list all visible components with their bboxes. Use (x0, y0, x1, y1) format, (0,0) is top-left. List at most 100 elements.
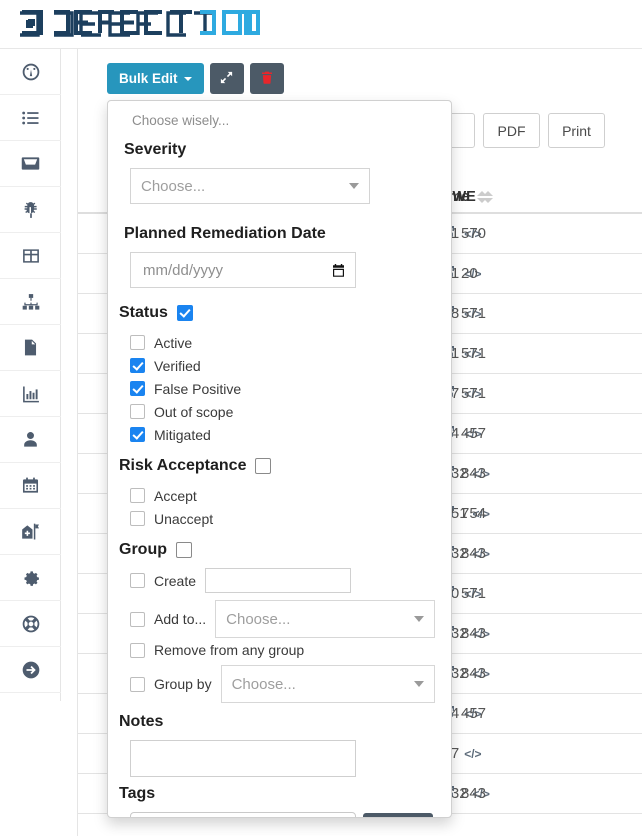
risk-acceptance-options: Accept Unaccept (119, 484, 435, 530)
cell-cwe-text: 754 (461, 505, 486, 522)
status-title-label: Status (119, 304, 168, 322)
sidebar-item-bug[interactable] (0, 187, 61, 233)
sidebar-item-settings[interactable] (0, 555, 61, 601)
sidebar-item-grid[interactable] (0, 233, 61, 279)
calendar-icon (21, 476, 40, 495)
status-checkbox-0[interactable] (130, 335, 145, 350)
export-print-button[interactable]: Print (548, 113, 605, 148)
gauge-icon (21, 62, 41, 82)
risk-label-0: Accept (154, 488, 197, 504)
group-addto-select[interactable]: Choose... (215, 600, 435, 638)
status-option[interactable]: Mitigated (130, 423, 435, 446)
group-remove-checkbox[interactable] (130, 643, 145, 658)
app-root: Bulk Edit V (0, 0, 642, 836)
sort-icon-cwe[interactable] (483, 191, 493, 203)
bug-icon (21, 200, 41, 220)
bulk-edit-button[interactable]: Bulk Edit (107, 63, 204, 94)
status-option[interactable]: Active (130, 331, 435, 354)
cell-cwe-text: 571 (461, 385, 486, 402)
bulk-edit-panel: Choose wisely... Severity Choose... Plan… (107, 100, 452, 818)
status-label-0: Active (154, 335, 192, 351)
code-icon: </> (464, 747, 481, 761)
top-bar (0, 0, 642, 49)
chevron-down-icon (414, 681, 424, 687)
severity-select[interactable]: Choose... (130, 168, 370, 204)
logo-wordmark (18, 8, 263, 38)
status-checkbox-2[interactable] (130, 381, 145, 396)
sidebar-item-logout[interactable] (0, 647, 61, 693)
cell-cwe-text: 843 (461, 665, 486, 682)
sidebar-item-support[interactable] (0, 601, 61, 647)
inbox-icon (20, 153, 41, 174)
gear-icon (21, 568, 41, 588)
sidebar-item-inbox[interactable] (0, 141, 61, 187)
risk-acceptance-master-checkbox[interactable] (255, 458, 271, 474)
sitemap-icon (21, 292, 41, 312)
group-by-select[interactable]: Choose... (221, 665, 435, 703)
sidebar-item-sitemap[interactable] (0, 279, 61, 325)
status-master-checkbox[interactable] (177, 305, 193, 321)
cell-cwe-text: 843 (461, 545, 486, 562)
risk-checkbox-1[interactable] (130, 511, 145, 526)
secondary-column (61, 49, 78, 836)
sidebar-item-findings-list[interactable] (0, 95, 61, 141)
delete-button[interactable] (250, 63, 284, 94)
sidebar-item-document[interactable] (0, 325, 61, 371)
cell-cwe-text: 457 (461, 425, 486, 442)
group-create-checkbox[interactable] (130, 573, 145, 588)
group-by-row: Group by Choose... (130, 665, 435, 703)
merge-button[interactable] (210, 63, 244, 94)
status-option[interactable]: Verified (130, 354, 435, 377)
status-checkbox-4[interactable] (130, 427, 145, 442)
status-option[interactable]: False Positive (130, 377, 435, 400)
cell-cwe-text: 843 (461, 785, 486, 802)
tags-input[interactable]: Enter some tags (comma (130, 812, 356, 818)
risk-option[interactable]: Unaccept (130, 507, 435, 530)
hospital-flag-icon (20, 522, 41, 542)
file-icon (21, 338, 40, 357)
group-by-label: Group by (154, 676, 212, 692)
status-label-2: False Positive (154, 381, 241, 397)
group-create-label: Create (154, 573, 196, 589)
group-addto-label: Add to... (154, 611, 206, 627)
cell-cwe-text: 457 (461, 705, 486, 722)
group-addto-value: Choose... (226, 611, 290, 628)
sidebar-item-user[interactable] (0, 417, 61, 463)
group-remove-label: Remove from any group (154, 642, 304, 658)
group-title-label: Group (119, 541, 167, 559)
risk-checkbox-0[interactable] (130, 488, 145, 503)
group-by-value: Choose... (232, 676, 296, 693)
cell-cwe-text: 20 (461, 265, 478, 282)
bulk-toolbar: Bulk Edit (107, 63, 284, 94)
merge-arrows-icon (219, 70, 234, 88)
arrow-right-circle-icon (21, 660, 41, 680)
sidebar-rail (0, 49, 61, 701)
tags-title: Tags (119, 785, 435, 803)
bar-chart-icon (21, 384, 41, 404)
risk-option[interactable]: Accept (130, 484, 435, 507)
group-addto-checkbox[interactable] (130, 612, 145, 627)
status-checkbox-1[interactable] (130, 358, 145, 373)
sidebar-item-product[interactable] (0, 509, 61, 555)
status-checkbox-3[interactable] (130, 404, 145, 419)
sidebar-item-dashboard[interactable] (0, 49, 61, 95)
group-create-row: Create (130, 568, 435, 593)
cell-cwe-text: 571 (461, 305, 486, 322)
cell-cwe-text: 843 (461, 465, 486, 482)
group-by-checkbox[interactable] (130, 677, 145, 692)
remediation-title: Planned Remediation Date (124, 225, 435, 243)
notes-title: Notes (119, 713, 435, 731)
remediation-date-input[interactable]: mm/dd/yyyy (130, 252, 356, 288)
sidebar-item-calendar[interactable] (0, 463, 61, 509)
group-master-checkbox[interactable] (176, 542, 192, 558)
status-label-4: Mitigated (154, 427, 211, 443)
status-option[interactable]: Out of scope (130, 400, 435, 423)
cell-cwe-text: 843 (461, 625, 486, 642)
export-pdf-button[interactable]: PDF (483, 113, 540, 148)
sidebar-item-metrics[interactable] (0, 371, 61, 417)
table-icon (21, 246, 41, 266)
calendar-icon[interactable] (331, 263, 346, 278)
submit-button[interactable]: Submit (363, 813, 433, 819)
group-create-input[interactable] (205, 568, 351, 593)
notes-textarea[interactable] (130, 740, 356, 777)
